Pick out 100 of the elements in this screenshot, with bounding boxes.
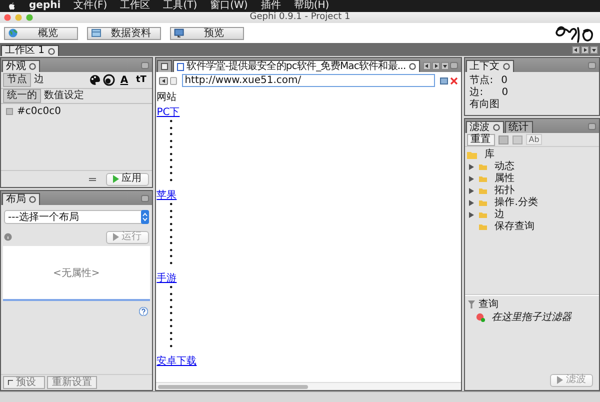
match-case-button[interactable]: Ab bbox=[526, 134, 542, 145]
browser-tab[interactable]: 软件学堂-提供最安全的pc软件_免费Mac软件和最... bbox=[172, 60, 420, 72]
drop-hint: 在这里拖子过滤器 bbox=[492, 310, 572, 324]
workspace-tab[interactable]: 工作区 1 bbox=[1, 45, 59, 56]
scrollbar-thumb[interactable] bbox=[158, 384, 308, 388]
play-icon bbox=[112, 233, 119, 241]
reset-button[interactable]: 重置 bbox=[466, 134, 495, 146]
list-bullet: • bbox=[168, 178, 174, 184]
tree-item[interactable]: 操作.分类 bbox=[466, 197, 597, 209]
panel-tab[interactable]: 布局 bbox=[2, 193, 40, 205]
category-link[interactable]: 苹果 bbox=[156, 190, 177, 202]
table-icon bbox=[91, 28, 101, 38]
perspective-button[interactable]: 预览 bbox=[170, 26, 244, 40]
perspective-button[interactable]: 概览 bbox=[4, 26, 78, 40]
refresh-icon[interactable] bbox=[440, 76, 448, 84]
tree-item[interactable]: 保存查询 bbox=[466, 221, 597, 233]
list-bullet: • bbox=[168, 145, 174, 152]
edges-label: 边: bbox=[470, 87, 484, 99]
close-icon[interactable] bbox=[502, 63, 510, 70]
dropdown-icon[interactable] bbox=[440, 62, 449, 70]
close-icon[interactable] bbox=[29, 196, 36, 203]
stepper-icon bbox=[140, 210, 149, 224]
panel-tab[interactable]: 滤波 bbox=[466, 121, 504, 133]
category-link[interactable]: 安卓下载 bbox=[156, 356, 197, 368]
menu-item[interactable]: 插件 bbox=[260, 0, 281, 12]
nodes-count: 0 bbox=[501, 75, 508, 87]
add-filter-icon bbox=[476, 312, 485, 322]
graph-type: 有向图 bbox=[470, 99, 500, 111]
tab[interactable]: 数值设定 bbox=[41, 89, 87, 103]
list-bullet: • bbox=[168, 304, 174, 311]
palette-icon[interactable] bbox=[88, 74, 101, 86]
info-icon[interactable] bbox=[4, 233, 12, 241]
list-bullet: • bbox=[168, 248, 174, 254]
list-bullet: • bbox=[168, 228, 174, 234]
dropdown-icon[interactable] bbox=[590, 46, 598, 54]
reset-button[interactable]: 重新设置 bbox=[47, 376, 97, 389]
layout-select[interactable]: ---选择一个布局 bbox=[4, 210, 149, 224]
graph-tab[interactable] bbox=[156, 60, 172, 72]
preset-button[interactable]: 预设 bbox=[3, 376, 45, 389]
back-icon[interactable] bbox=[158, 76, 168, 84]
close-button[interactable] bbox=[4, 14, 11, 21]
stop-icon[interactable] bbox=[450, 76, 458, 84]
tree-item[interactable]: 拓扑 bbox=[466, 185, 597, 197]
panel-tab[interactable]: 外观 bbox=[2, 60, 40, 72]
color-swatch[interactable] bbox=[6, 108, 13, 115]
list-bullet: • bbox=[168, 254, 174, 260]
panel-tab[interactable]: 统计 bbox=[504, 121, 533, 133]
play-icon bbox=[112, 175, 119, 183]
list-bullet: • bbox=[168, 164, 174, 171]
page-heading: 网站 bbox=[156, 92, 178, 104]
globe-icon bbox=[8, 28, 18, 38]
app-menu[interactable]: gephi bbox=[29, 0, 61, 12]
menu-item[interactable]: 帮助(H) bbox=[294, 0, 330, 12]
tree-item[interactable]: 动态 bbox=[466, 161, 597, 173]
tree-item[interactable]: 边 bbox=[466, 209, 597, 221]
close-icon[interactable] bbox=[29, 63, 36, 70]
corner-icon bbox=[8, 380, 13, 385]
tab[interactable]: 边 bbox=[31, 73, 47, 87]
color-value: #c0c0c0 bbox=[17, 106, 61, 117]
close-icon[interactable] bbox=[492, 124, 500, 131]
tree-item[interactable]: 库 bbox=[466, 149, 597, 161]
tab[interactable]: 节点 bbox=[3, 73, 31, 87]
scroll-right-icon[interactable] bbox=[581, 46, 589, 54]
perspective-button[interactable]: 数据资料 bbox=[87, 26, 161, 40]
list-bullet: • bbox=[168, 298, 174, 304]
list-bullet: • bbox=[168, 241, 174, 248]
tree-item[interactable]: 属性 bbox=[466, 173, 597, 185]
list-bullet: • bbox=[168, 344, 174, 350]
list-bullet: • bbox=[168, 215, 174, 222]
graph-icon bbox=[160, 63, 168, 70]
menu-item[interactable]: 工具(T) bbox=[163, 0, 198, 12]
menu-item[interactable]: 工作区 bbox=[120, 0, 150, 12]
list-bullet: • bbox=[168, 324, 174, 330]
size-icon[interactable] bbox=[102, 74, 115, 86]
label-color-button[interactable]: A bbox=[116, 73, 132, 87]
list-bullet: • bbox=[168, 126, 174, 132]
category-link[interactable]: 手游 bbox=[156, 273, 177, 285]
apply-button[interactable]: 应用 bbox=[106, 172, 149, 186]
url-field[interactable]: http://www.xue51.com/ bbox=[182, 74, 435, 87]
list-bullet: • bbox=[168, 234, 174, 241]
close-icon[interactable] bbox=[408, 63, 416, 70]
panel-tab[interactable]: 上下文 bbox=[466, 60, 514, 72]
list-bullet: • bbox=[168, 292, 174, 298]
help-icon[interactable] bbox=[138, 306, 148, 316]
scroll-left-icon[interactable] bbox=[572, 46, 580, 54]
list-bullet: • bbox=[168, 158, 174, 164]
list-bullet: • bbox=[168, 311, 174, 318]
scroll-right-icon[interactable] bbox=[432, 62, 440, 70]
queries-heading: 查询 bbox=[478, 298, 499, 311]
list-bullet: • bbox=[168, 318, 174, 324]
list-bullet: • bbox=[168, 330, 174, 337]
list-bullet: • bbox=[168, 337, 174, 344]
category-link[interactable]: PC下 bbox=[156, 107, 180, 119]
list-bullet: • bbox=[168, 171, 174, 178]
close-icon[interactable] bbox=[48, 48, 55, 54]
label-size-button[interactable]: tT bbox=[134, 73, 149, 87]
funnel-icon bbox=[468, 300, 475, 308]
scroll-left-icon[interactable] bbox=[422, 62, 431, 70]
tab[interactable]: 统一的 bbox=[3, 89, 41, 103]
list-bullet: • bbox=[168, 222, 174, 228]
